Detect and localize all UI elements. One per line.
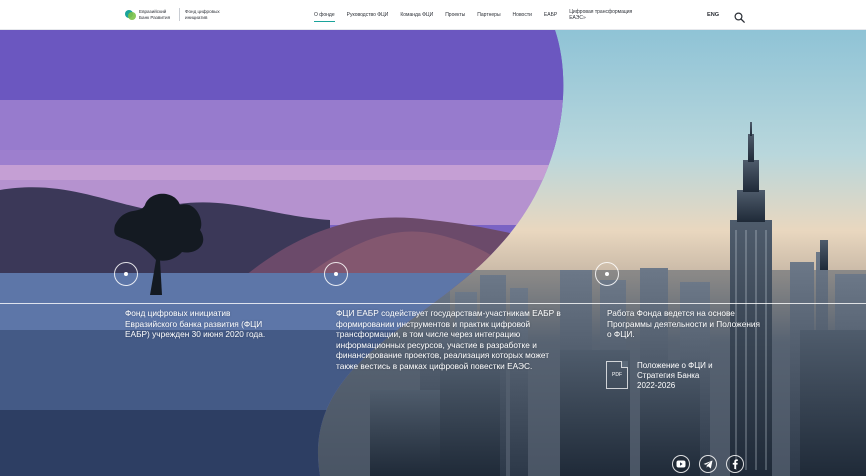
timeline-node-2[interactable]	[324, 262, 348, 286]
nav-item-management[interactable]: Руководство ФЦИ	[347, 12, 389, 18]
pdf-icon: PDF	[606, 361, 628, 389]
nav-item-partners[interactable]: Партнеры	[477, 12, 500, 18]
document-download-link[interactable]: PDF Положение о ФЦИ и Стратегия Банка 20…	[606, 361, 719, 392]
nav-item-news[interactable]: Новости	[513, 12, 532, 18]
youtube-icon[interactable]	[672, 455, 690, 473]
node-dot	[124, 272, 128, 276]
node-dot	[334, 272, 338, 276]
language-switch[interactable]: ENG	[707, 12, 719, 18]
nav-item-about[interactable]: О фонде	[314, 12, 335, 22]
logo-divider	[179, 8, 180, 21]
site-header: Евразийский Банк Развития Фонд цифровых …	[0, 0, 866, 30]
main-nav: О фонде Руководство ФЦИ Команда ФЦИ Прое…	[314, 0, 645, 30]
nav-item-projects[interactable]: Проекты	[445, 12, 465, 18]
document-title: Положение о ФЦИ и Стратегия Банка 2022-2…	[637, 361, 713, 391]
nav-item-team[interactable]: Команда ФЦИ	[400, 12, 433, 18]
telegram-icon[interactable]	[699, 455, 717, 473]
nav-item-digital-transformation[interactable]: Цифровая трансформация ЕАЭС»	[569, 9, 633, 21]
fund-name: Фонд цифровых инициатив	[185, 8, 220, 20]
logo-text: Евразийский Банк Развития	[139, 8, 171, 20]
facebook-icon[interactable]	[726, 455, 744, 473]
timeline-node-3[interactable]	[595, 262, 619, 286]
timeline-text-basis: Работа Фонда ведется на основе Программы…	[607, 308, 761, 340]
timeline-line	[0, 303, 866, 304]
city-skyline-image	[0, 30, 866, 476]
logo-mark-icon	[125, 9, 136, 20]
timeline-text-mission: ФЦИ ЕАБР содействует государствам-участн…	[336, 308, 561, 371]
search-icon[interactable]	[734, 10, 745, 23]
node-dot	[605, 272, 609, 276]
bank-logo[interactable]: Евразийский Банк Развития Фонд цифровых …	[125, 8, 229, 21]
nav-item-eabr[interactable]: ЕАБР	[544, 12, 557, 18]
timeline-text-founded: Фонд цифровых инициатив Евразийского бан…	[125, 308, 266, 340]
timeline-node-1[interactable]	[114, 262, 138, 286]
hero-banner	[0, 30, 866, 476]
